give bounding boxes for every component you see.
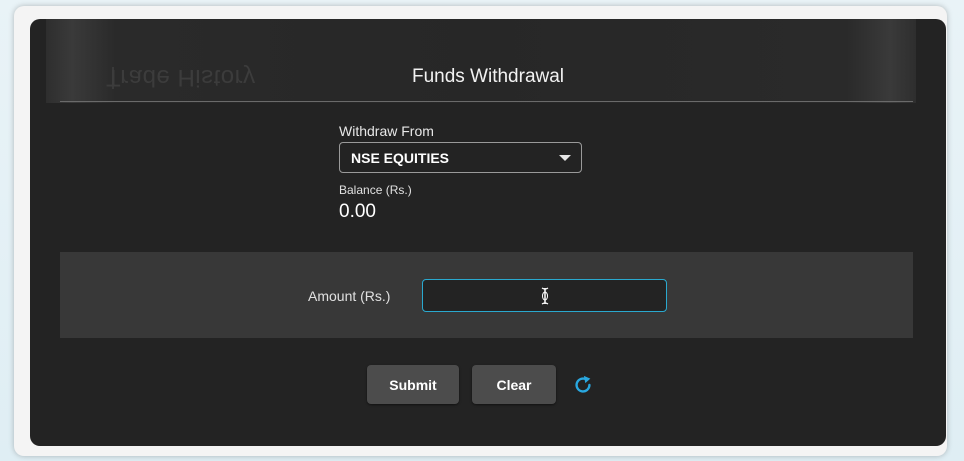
balance-value: 0.00 (339, 201, 376, 222)
withdrawal-panel: Trade History Funds Withdrawal Withdraw … (30, 19, 946, 446)
title-divider (60, 101, 913, 102)
dialog-title: Funds Withdrawal (411, 66, 565, 87)
submit-button[interactable]: Submit (367, 365, 459, 404)
withdraw-from-label: Withdraw From (339, 123, 434, 139)
balance-label: Balance (Rs.) (339, 183, 412, 197)
amount-input[interactable] (422, 279, 667, 312)
amount-label: Amount (Rs.) (308, 288, 391, 304)
background-header-bar: Trade History (46, 19, 916, 103)
withdraw-from-value: NSE EQUITIES (351, 150, 450, 166)
withdraw-from-select[interactable]: NSE EQUITIES (339, 142, 582, 173)
caret-down-icon (559, 155, 571, 161)
refresh-icon[interactable] (572, 374, 594, 396)
amount-section: Amount (Rs.) (60, 252, 913, 338)
clear-button[interactable]: Clear (472, 365, 556, 404)
